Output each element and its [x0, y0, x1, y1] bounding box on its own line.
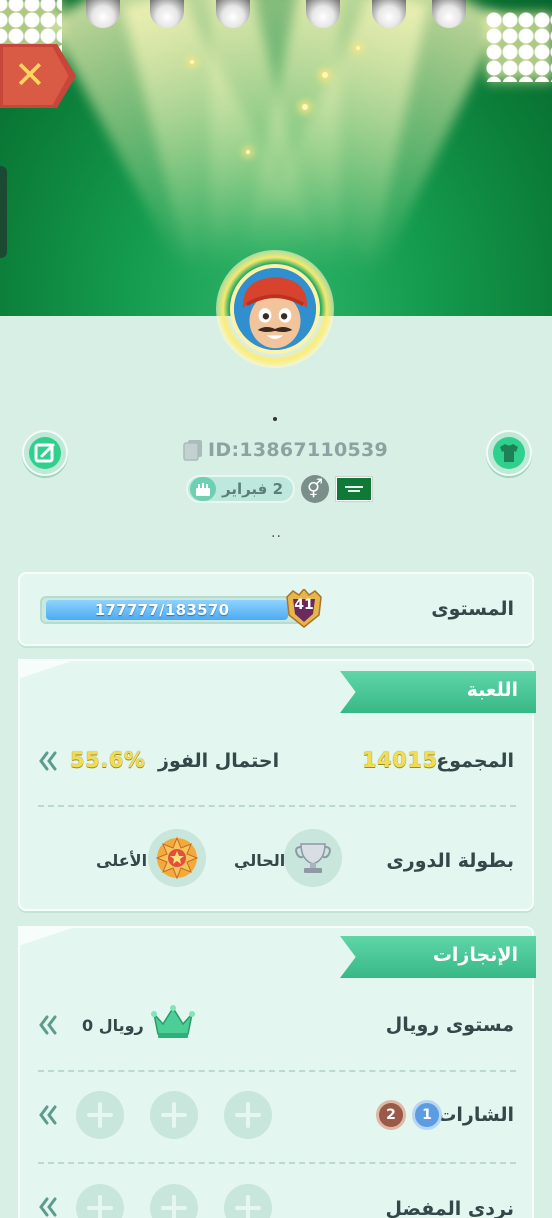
badge-count-1: 1	[412, 1100, 442, 1130]
chevron-left-double-icon	[39, 751, 57, 771]
royal-level-label: مستوى رويال	[385, 1014, 514, 1036]
current-league-trophy[interactable]	[284, 829, 342, 887]
profile-badges: 2 فبراير ⚥	[186, 474, 374, 504]
game-section-header: اللعبة	[340, 671, 536, 713]
chevron-left-double-icon	[39, 1105, 57, 1125]
sparkle-icon	[302, 104, 308, 110]
player-id-row[interactable]: ID:13867110539	[182, 437, 388, 463]
achievements-section-header: الإنجازات	[340, 936, 536, 978]
birthday-badge: 2 فبراير	[186, 475, 296, 503]
achievements-section-title: الإنجازات	[432, 944, 518, 966]
avatar[interactable]	[230, 264, 320, 354]
badge-count-2: 2	[376, 1100, 406, 1130]
avatar-face-icon	[234, 268, 316, 350]
divider	[38, 805, 516, 807]
game-stats-card: اللعبة المجموع 14015 احتمال الفوز 55.6% …	[18, 659, 536, 911]
level-label: المستوى	[431, 598, 514, 620]
chevron-left-double-icon	[39, 1015, 57, 1035]
chevron-left-double-icon	[39, 1197, 57, 1217]
xp-text: 177777/183570	[94, 601, 230, 619]
league-label: بطولة الدورى	[386, 850, 514, 872]
game-section-title: اللعبة	[466, 679, 518, 701]
badges-label: الشارات	[437, 1104, 514, 1126]
cake-icon	[190, 477, 216, 501]
avatar-frame[interactable]	[216, 250, 334, 368]
total-games-label: المجموع	[436, 750, 514, 772]
royal-level-value: رويال 0	[82, 1016, 144, 1035]
royal-crown-icon	[151, 1005, 195, 1038]
win-rate-label: احتمال الفوز	[158, 750, 280, 772]
royal-details-button[interactable]	[38, 1014, 60, 1036]
tshirt-icon	[500, 444, 518, 462]
stage-lights-icon	[486, 12, 552, 82]
level-number: 41	[294, 597, 314, 613]
xp-progress-bar: 177777/183570	[40, 596, 302, 624]
add-dice-slot[interactable]	[76, 1184, 124, 1218]
sparkle-icon	[356, 46, 360, 50]
edit-profile-button[interactable]	[22, 430, 68, 476]
player-id: ID:13867110539	[208, 439, 389, 461]
player-name	[273, 417, 277, 421]
side-drawer-handle[interactable]	[0, 166, 7, 258]
add-dice-slot[interactable]	[150, 1184, 198, 1218]
gold-emblem-icon	[155, 836, 199, 880]
win-rate-value: 55.6%	[70, 748, 146, 772]
total-games-value: 14015	[362, 748, 438, 772]
add-badge-slot[interactable]	[76, 1091, 124, 1139]
game-stats-details-button[interactable]	[38, 750, 60, 772]
achievements-card: الإنجازات مستوى رويال رويال 0 الشارات 1 …	[18, 926, 536, 1218]
birthday-text: 2 فبراير	[222, 480, 284, 498]
edit-icon	[34, 443, 55, 463]
close-x-icon: ✕	[14, 53, 46, 97]
favorite-dice-label: نردي المفضل	[385, 1198, 514, 1218]
divider	[38, 1070, 516, 1072]
divider	[38, 1162, 516, 1164]
silver-trophy-icon	[295, 843, 331, 873]
level-card: المستوى 177777/183570 41	[18, 572, 534, 646]
current-league-label: الحالي	[234, 851, 286, 870]
dice-details-button[interactable]	[38, 1196, 60, 1218]
add-badge-slot[interactable]	[150, 1091, 198, 1139]
sparkle-icon	[246, 150, 250, 154]
outfit-button[interactable]	[486, 430, 532, 476]
copy-icon[interactable]	[182, 438, 204, 462]
badges-details-button[interactable]	[38, 1104, 60, 1126]
add-badge-slot[interactable]	[224, 1091, 272, 1139]
highest-league-label: الأعلى	[96, 851, 148, 870]
sparkle-icon	[190, 60, 194, 64]
highest-league-trophy[interactable]	[148, 829, 206, 887]
saudi-arabia-flag	[335, 476, 374, 502]
sparkle-icon	[322, 72, 328, 78]
status-text: ..	[271, 525, 282, 541]
add-dice-slot[interactable]	[224, 1184, 272, 1218]
level-badge: 41	[285, 587, 323, 629]
gender-neutral-icon: ⚥	[301, 475, 330, 503]
